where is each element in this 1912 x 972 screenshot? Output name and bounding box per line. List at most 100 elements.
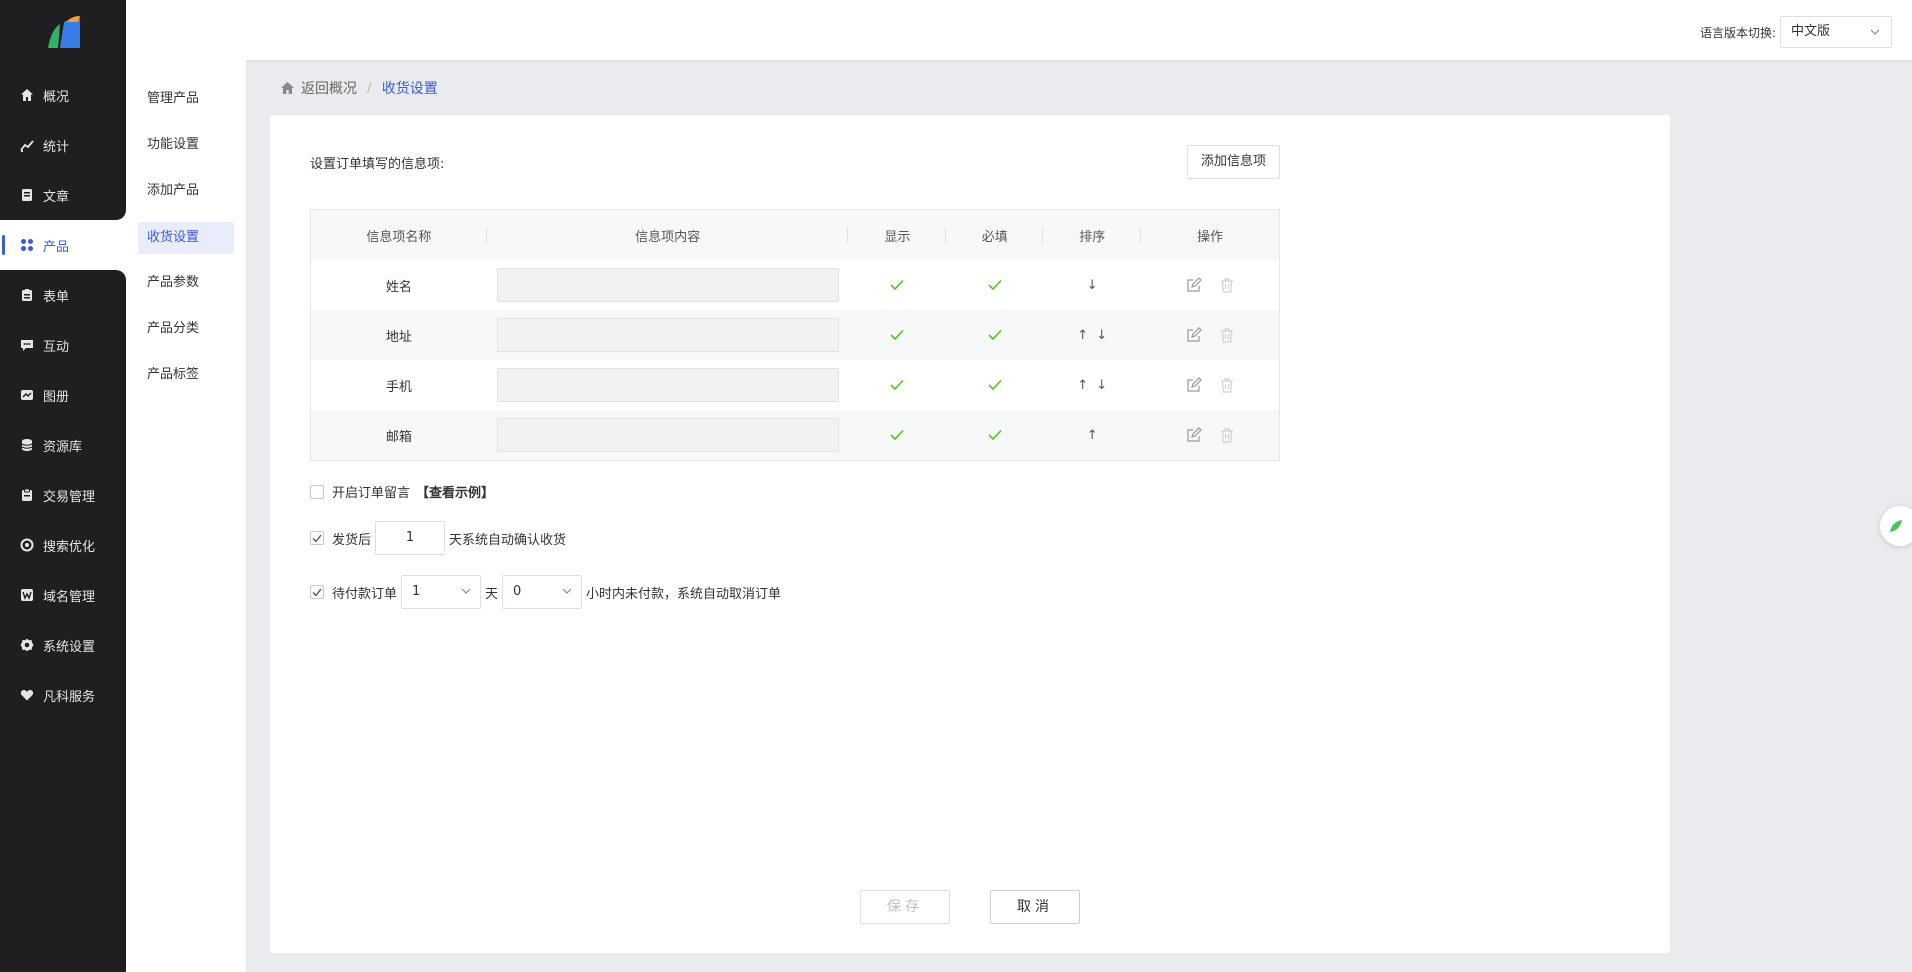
- actions-cell: [1141, 410, 1279, 460]
- w-icon: [19, 587, 35, 603]
- subnav-item-product-categories[interactable]: 产品分类: [138, 313, 234, 345]
- back-to-overview-link[interactable]: 返回概况: [301, 78, 357, 98]
- nav-item-overview[interactable]: 概况: [0, 70, 126, 120]
- table-row: 地址 ↑ ↓: [311, 310, 1279, 360]
- auto-confirm-checkbox[interactable]: [310, 531, 324, 545]
- nav-item-album[interactable]: 图册: [0, 370, 126, 420]
- subnav-item-manage-products[interactable]: 管理产品: [138, 83, 234, 115]
- nav-item-domain[interactable]: 域名管理: [0, 570, 126, 620]
- check-icon[interactable]: [988, 429, 1002, 441]
- nav-item-resources[interactable]: 资源库: [0, 420, 126, 470]
- subnav-item-feature-settings[interactable]: 功能设置: [138, 129, 234, 161]
- pending-cancel-checkbox[interactable]: [310, 585, 324, 599]
- show-cell: [848, 410, 946, 460]
- view-example-link[interactable]: 【查看示例】: [416, 482, 494, 501]
- show-cell: [848, 360, 946, 410]
- nav-item-label: 产品: [43, 239, 70, 255]
- check-icon[interactable]: [988, 329, 1002, 341]
- column-header: 必填: [946, 210, 1044, 260]
- edit-icon[interactable]: [1186, 327, 1202, 343]
- required-cell: [946, 310, 1043, 360]
- auto-confirm-days-input[interactable]: 1: [375, 521, 446, 555]
- edit-icon[interactable]: [1186, 427, 1202, 443]
- nav-item-interaction[interactable]: 互动: [0, 320, 126, 370]
- delete-icon[interactable]: [1220, 327, 1234, 343]
- column-header: 信息项名称: [311, 210, 487, 260]
- subnav-item-product-tags[interactable]: 产品标签: [138, 359, 234, 391]
- delete-icon[interactable]: [1220, 377, 1234, 393]
- delete-icon[interactable]: [1220, 427, 1234, 443]
- chevron-down-icon: [461, 588, 471, 594]
- edit-icon[interactable]: [1186, 377, 1202, 393]
- gear-icon: [19, 637, 35, 653]
- arrow-down-icon[interactable]: ↓: [1087, 278, 1098, 293]
- seo-icon: [19, 537, 35, 553]
- check-icon[interactable]: [890, 279, 904, 291]
- chevron-down-icon: [1870, 29, 1880, 35]
- sub-nav: 管理产品 功能设置 添加产品 收货设置 产品参数 产品分类 产品标签: [126, 60, 246, 972]
- chart-icon: [19, 137, 35, 153]
- breadcrumb-separator: /: [367, 80, 372, 96]
- nav-item-seo[interactable]: 搜索优化: [0, 520, 126, 570]
- breadcrumb: 返回概况 / 收货设置: [280, 78, 438, 98]
- show-cell: [848, 260, 946, 310]
- info-item-content-field: [496, 368, 839, 402]
- edit-icon[interactable]: [1186, 277, 1202, 293]
- language-select[interactable]: 中文版: [1780, 16, 1892, 48]
- arrow-up-icon[interactable]: ↑: [1077, 378, 1088, 393]
- sort-cell: ↑ ↓: [1043, 310, 1141, 360]
- pending-hours-select[interactable]: 0: [502, 575, 583, 609]
- check-icon[interactable]: [890, 379, 904, 391]
- subnav-item-receipt-settings[interactable]: 收货设置: [138, 222, 234, 254]
- section-title: 设置订单填写的信息项:: [310, 157, 445, 172]
- show-cell: [848, 310, 946, 360]
- floating-help-button[interactable]: [1880, 506, 1912, 546]
- pending-days-select[interactable]: 1: [401, 575, 482, 609]
- save-button[interactable]: 保存: [860, 890, 950, 924]
- actions-cell: [1141, 310, 1279, 360]
- nav-item-label: 搜索优化: [43, 539, 96, 555]
- language-label: 语言版本切换:: [1699, 26, 1776, 40]
- home-icon: [281, 82, 294, 94]
- arrow-up-icon[interactable]: ↑: [1077, 328, 1088, 343]
- checkmark-icon: [312, 534, 322, 543]
- nav-item-label: 图册: [43, 389, 70, 405]
- info-item-name: 邮箱: [385, 429, 412, 445]
- nav-item-label: 文章: [43, 189, 70, 205]
- breadcrumb-current: 收货设置: [381, 81, 438, 97]
- arrow-down-icon[interactable]: ↓: [1096, 328, 1107, 343]
- nav-item-trade[interactable]: 交易管理: [0, 470, 126, 520]
- heart-icon: [19, 687, 35, 703]
- column-header: 操作: [1197, 229, 1224, 245]
- table-header-row: 信息项名称 信息项内容 显示 必填 排序 操作: [311, 210, 1279, 260]
- nav-item-label: 凡科服务: [43, 689, 96, 705]
- info-item-content-field: [496, 318, 839, 352]
- check-icon[interactable]: [890, 329, 904, 341]
- actions-cell: [1141, 360, 1279, 410]
- order-message-label: 开启订单留言: [332, 486, 411, 501]
- chat-icon: [19, 337, 35, 353]
- nav-item-products[interactable]: 产品: [0, 220, 126, 270]
- top-bar: 语言版本切换: 中文版: [126, 0, 1912, 60]
- nav-item-stats[interactable]: 统计: [0, 120, 126, 170]
- subnav-item-add-product[interactable]: 添加产品: [138, 175, 234, 207]
- column-header: 显示: [848, 210, 947, 260]
- delete-icon[interactable]: [1220, 277, 1234, 293]
- nav-item-articles[interactable]: 文章: [0, 170, 126, 220]
- check-icon[interactable]: [988, 379, 1002, 391]
- sort-cell: ↑: [1043, 410, 1141, 460]
- nav-item-forms[interactable]: 表单: [0, 270, 126, 320]
- auto-confirm-prefix: 发货后: [332, 532, 372, 548]
- check-icon[interactable]: [890, 429, 904, 441]
- arrow-down-icon[interactable]: ↓: [1096, 378, 1107, 393]
- subnav-item-product-params[interactable]: 产品参数: [138, 267, 234, 299]
- pending-days-value: 1: [412, 584, 421, 599]
- arrow-up-icon[interactable]: ↑: [1087, 428, 1098, 443]
- check-icon[interactable]: [988, 279, 1002, 291]
- nav-item-settings[interactable]: 系统设置: [0, 620, 126, 670]
- nav-item-service[interactable]: 凡科服务: [0, 670, 126, 720]
- add-info-item-button[interactable]: 添加信息项: [1187, 145, 1280, 179]
- nav-item-label: 交易管理: [43, 489, 96, 505]
- cancel-button[interactable]: 取消: [990, 890, 1080, 924]
- order-message-checkbox[interactable]: [310, 484, 324, 499]
